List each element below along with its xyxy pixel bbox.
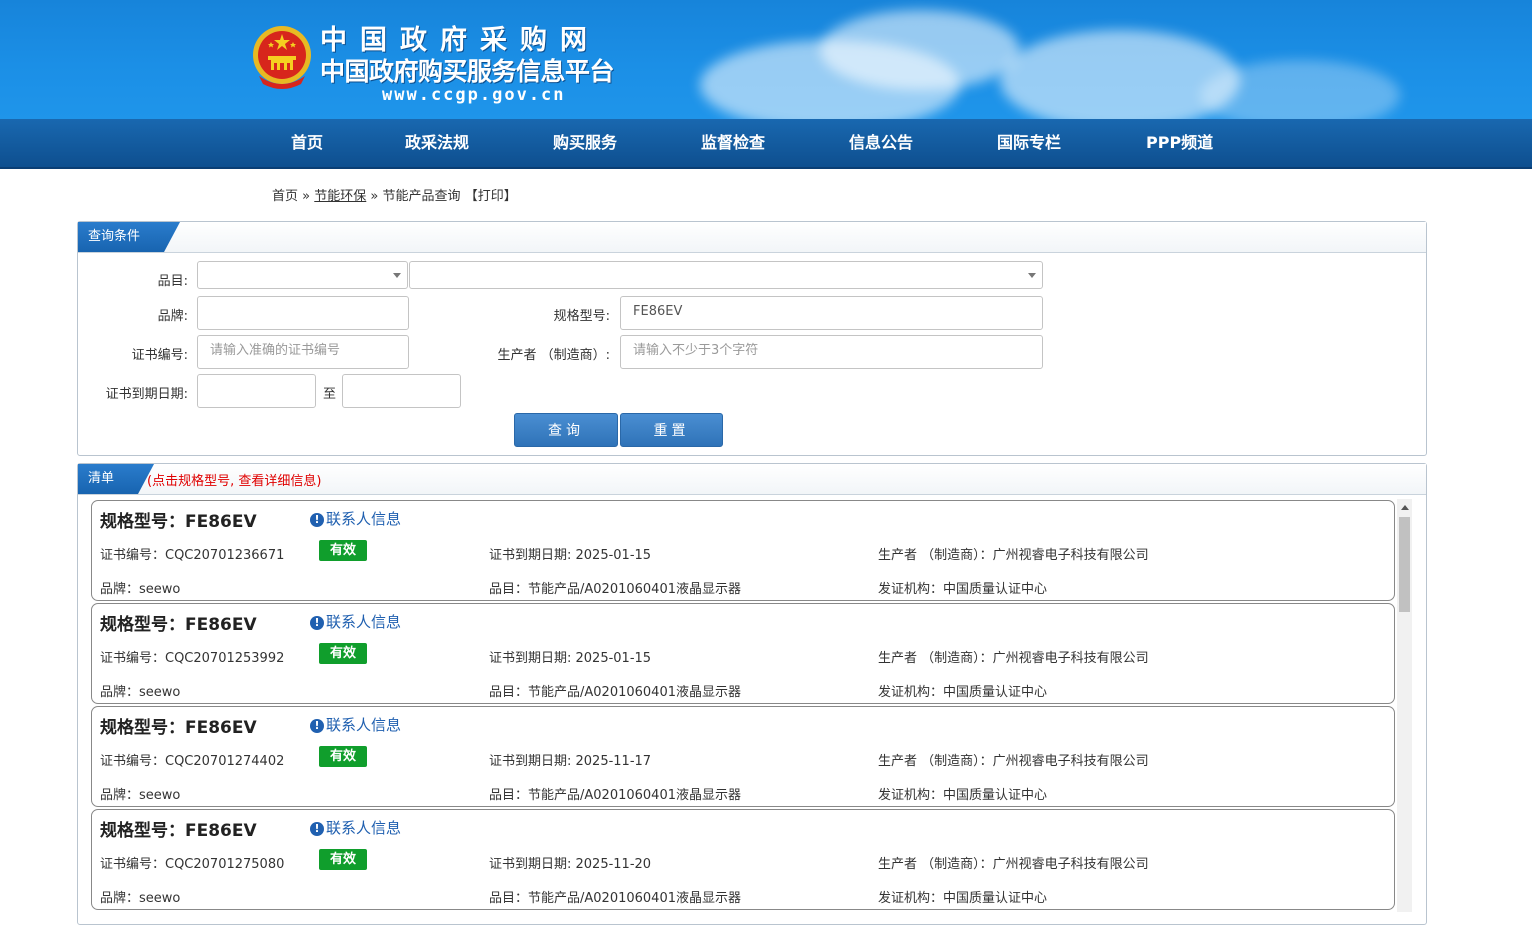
cert-expiry: 证书到期日期: 2025-11-20 xyxy=(489,857,652,872)
result-card: 规格型号：FE86EV ! 联系人信息 证书编号：CQC20701274402 有… xyxy=(91,706,1395,807)
result-card: 规格型号：FE86EV ! 联系人信息 证书编号：CQC20701253992 有… xyxy=(91,603,1395,704)
contact-info-label: 联系人信息 xyxy=(326,510,402,528)
model-title-link[interactable]: 规格型号：FE86EV xyxy=(100,816,257,841)
contact-info-label: 联系人信息 xyxy=(326,716,402,734)
breadcrumb-separator: » xyxy=(302,189,311,204)
nav-item-regulations[interactable]: 政采法规 xyxy=(405,119,469,167)
status-badge: 有效 xyxy=(319,746,367,767)
scroll-up-arrow-icon[interactable] xyxy=(1401,505,1409,510)
main-nav: 首页 政采法规 购买服务 监督检查 信息公告 国际专栏 PPP频道 xyxy=(0,119,1532,169)
model-input[interactable]: FE86EV xyxy=(620,296,1043,330)
chevron-down-icon xyxy=(1028,273,1036,278)
result-card: 规格型号：FE86EV ! 联系人信息 证书编号：CQC20701236671 有… xyxy=(91,500,1395,601)
cert-expiry: 证书到期日期: 2025-01-15 xyxy=(489,651,652,666)
cert-number: 证书编号：CQC20701253992 xyxy=(100,651,285,666)
reset-button[interactable]: 重置 xyxy=(620,413,723,447)
cert-number-input[interactable]: 请输入准确的证书编号 xyxy=(197,335,409,369)
cert-number: 证书编号：CQC20701275080 xyxy=(100,857,285,872)
nav-item-supervision[interactable]: 监督检查 xyxy=(701,119,765,167)
nav-item-purchase-services[interactable]: 购买服务 xyxy=(553,119,617,167)
contact-info-link[interactable]: ! 联系人信息 xyxy=(310,508,401,529)
print-link[interactable]: 【打印】 xyxy=(465,189,517,204)
cloud-decoration xyxy=(1200,60,1400,119)
issuer: 发证机构：中国质量认证中心 xyxy=(878,582,1048,597)
chevron-down-icon xyxy=(393,273,401,278)
cloud-decoration xyxy=(820,10,1020,90)
result-card: 规格型号：FE86EV ! 联系人信息 证书编号：CQC20701275080 有… xyxy=(91,809,1395,910)
category-label: 品目: xyxy=(157,274,188,289)
brand-input[interactable] xyxy=(197,296,409,330)
model-title-link[interactable]: 规格型号：FE86EV xyxy=(100,713,257,738)
status-badge: 有效 xyxy=(319,540,367,561)
cert-expiry: 证书到期日期: 2025-11-17 xyxy=(489,754,652,769)
contact-info-link[interactable]: ! 联系人信息 xyxy=(310,817,401,838)
cert-number: 证书编号：CQC20701236671 xyxy=(100,548,285,563)
info-icon: ! xyxy=(310,719,324,733)
category: 品目：节能产品/A0201060401液晶显示器 xyxy=(489,582,741,597)
manufacturer: 生产者 （制造商）：广州视睿电子科技有限公司 xyxy=(878,548,1149,563)
issuer: 发证机构：中国质量认证中心 xyxy=(878,788,1048,803)
cert-number: 证书编号：CQC20701274402 xyxy=(100,754,285,769)
category-select-primary[interactable] xyxy=(197,261,408,289)
status-badge: 有效 xyxy=(319,849,367,870)
model-label: 规格型号: xyxy=(553,309,610,324)
brand: 品牌：seewo xyxy=(100,685,181,700)
query-panel-header: 查询条件 xyxy=(78,222,1426,253)
brand-label: 品牌: xyxy=(157,309,188,324)
info-icon: ! xyxy=(310,822,324,836)
model-title-link[interactable]: 规格型号：FE86EV xyxy=(100,507,257,532)
category: 品目：节能产品/A0201060401液晶显示器 xyxy=(489,788,741,803)
expiry-date-label: 证书到期日期: xyxy=(105,387,188,402)
breadcrumb-separator: » xyxy=(370,189,379,204)
brand: 品牌：seewo xyxy=(100,891,181,906)
category: 品目：节能产品/A0201060401液晶显示器 xyxy=(489,891,741,906)
status-badge: 有效 xyxy=(319,643,367,664)
scrollbar-thumb[interactable] xyxy=(1399,517,1410,612)
national-emblem-icon[interactable] xyxy=(251,24,313,90)
contact-info-label: 联系人信息 xyxy=(326,613,402,631)
manufacturer: 生产者 （制造商）：广州视睿电子科技有限公司 xyxy=(878,651,1149,666)
brand: 品牌：seewo xyxy=(100,788,181,803)
breadcrumb: 首页 » 节能环保 » 节能产品查询 【打印】 xyxy=(272,185,517,204)
results-panel-tab: 清单 xyxy=(78,464,154,494)
query-panel-tab: 查询条件 xyxy=(78,222,180,252)
cert-number-label: 证书编号: xyxy=(131,348,188,363)
info-icon: ! xyxy=(310,513,324,527)
site-title: 中国政府采购网 xyxy=(320,25,600,56)
results-hint: (点击规格型号, 查看详细信息) xyxy=(147,474,322,489)
brand: 品牌：seewo xyxy=(100,582,181,597)
breadcrumb-home-link[interactable]: 首页 xyxy=(272,189,298,204)
contact-info-link[interactable]: ! 联系人信息 xyxy=(310,611,401,632)
cert-expiry: 证书到期日期: 2025-01-15 xyxy=(489,548,652,563)
contact-info-label: 联系人信息 xyxy=(326,819,402,837)
maker-input[interactable]: 请输入不少于3个字符 xyxy=(620,335,1043,369)
site-banner: 中国政府采购网 中国政府购买服务信息平台 www.ccgp.gov.cn xyxy=(0,0,1532,119)
issuer: 发证机构：中国质量认证中心 xyxy=(878,891,1048,906)
nav-item-announcements[interactable]: 信息公告 xyxy=(849,119,913,167)
site-url[interactable]: www.ccgp.gov.cn xyxy=(382,85,566,105)
breadcrumb-current: 节能产品查询 xyxy=(382,189,461,204)
expiry-date-to-input[interactable] xyxy=(342,374,461,408)
date-range-separator: 至 xyxy=(322,387,336,402)
info-icon: ! xyxy=(310,616,324,630)
nav-item-international[interactable]: 国际专栏 xyxy=(997,119,1061,167)
site-subtitle: 中国政府购买服务信息平台 xyxy=(320,57,615,86)
category: 品目：节能产品/A0201060401液晶显示器 xyxy=(489,685,741,700)
category-select-secondary[interactable] xyxy=(409,261,1043,289)
nav-item-home[interactable]: 首页 xyxy=(291,119,323,167)
nav-item-ppp[interactable]: PPP频道 xyxy=(1146,119,1213,167)
expiry-date-from-input[interactable] xyxy=(197,374,316,408)
contact-info-link[interactable]: ! 联系人信息 xyxy=(310,714,401,735)
maker-label: 生产者 （制造商）: xyxy=(497,348,610,363)
model-title-link[interactable]: 规格型号：FE86EV xyxy=(100,610,257,635)
manufacturer: 生产者 （制造商）：广州视睿电子科技有限公司 xyxy=(878,857,1149,872)
search-button[interactable]: 查询 xyxy=(514,413,618,447)
breadcrumb-section-link[interactable]: 节能环保 xyxy=(314,189,366,204)
manufacturer: 生产者 （制造商）：广州视睿电子科技有限公司 xyxy=(878,754,1149,769)
issuer: 发证机构：中国质量认证中心 xyxy=(878,685,1048,700)
